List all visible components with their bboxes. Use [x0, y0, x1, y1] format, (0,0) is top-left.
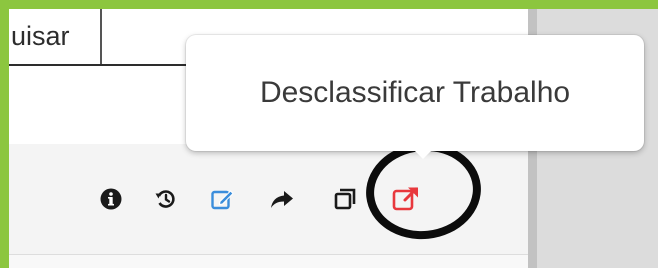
edit-icon[interactable]: [210, 187, 236, 211]
tooltip-text: Desclassificar Trabalho: [259, 76, 571, 109]
app-frame: uisar Desclassificar Trabalho: [9, 9, 658, 268]
search-button-label: uisar: [11, 21, 70, 51]
table-row: [9, 255, 528, 268]
search-button[interactable]: uisar: [9, 9, 102, 64]
info-circle-icon[interactable]: [99, 187, 123, 211]
share-arrow-icon[interactable]: [269, 187, 295, 211]
tooltip: Desclassificar Trabalho: [186, 35, 644, 151]
history-icon[interactable]: [153, 187, 177, 211]
copy-icon[interactable]: [333, 187, 357, 211]
tooltip-arrow: [414, 150, 432, 159]
